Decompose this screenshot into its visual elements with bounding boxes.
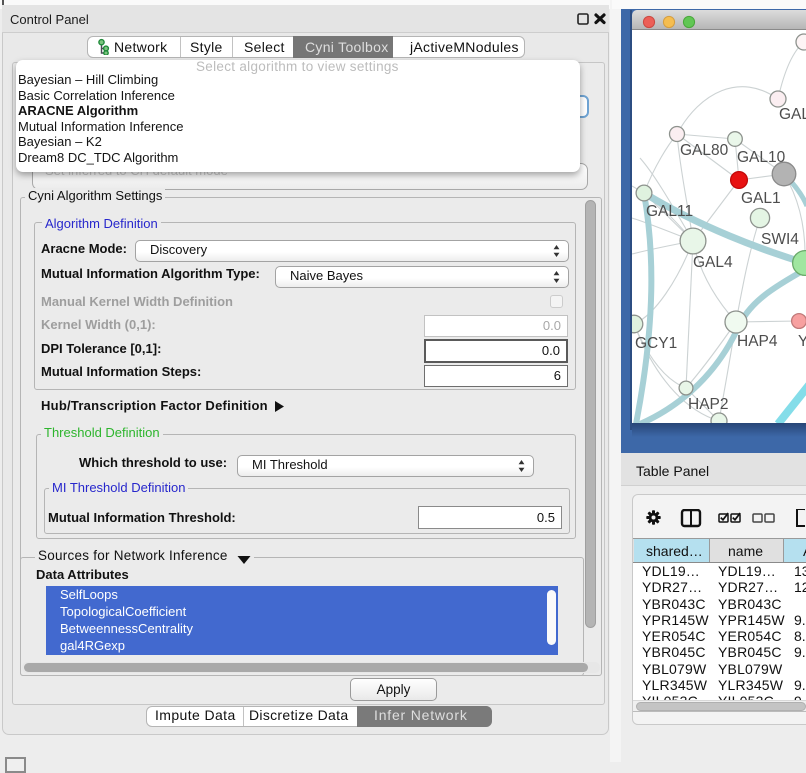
svg-text:SWI4: SWI4	[761, 231, 799, 248]
svg-text:YP: YP	[798, 333, 806, 350]
svg-text:HAP4: HAP4	[737, 333, 778, 350]
svg-text:GAL7: GAL7	[779, 106, 806, 123]
svg-text:GAL1: GAL1	[741, 190, 781, 207]
svg-text:HAP2: HAP2	[688, 396, 729, 413]
svg-text:GAL80: GAL80	[680, 142, 729, 159]
svg-text:GAL10: GAL10	[737, 149, 786, 166]
svg-text:GCY1: GCY1	[635, 335, 677, 352]
svg-text:GAL4: GAL4	[693, 254, 733, 271]
svg-text:GAL11: GAL11	[646, 203, 693, 220]
